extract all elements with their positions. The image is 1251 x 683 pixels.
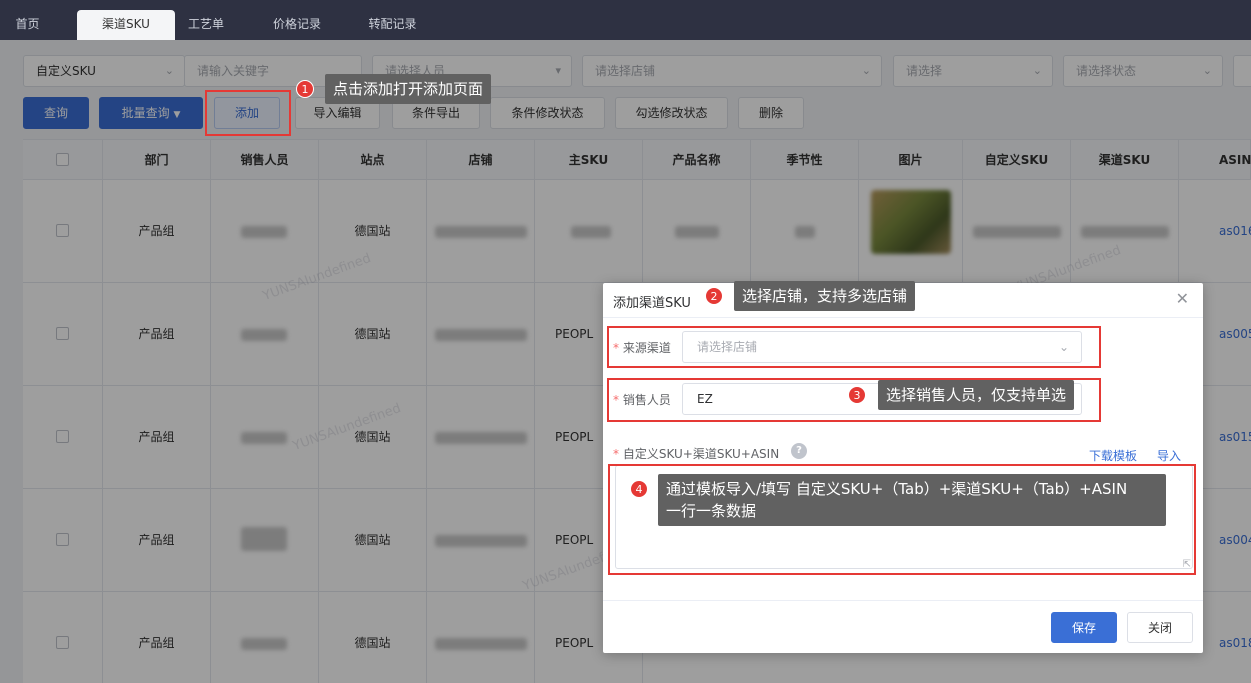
import-link[interactable]: 导入 — [1157, 447, 1181, 464]
tab-transfer-record[interactable]: 转配记录 — [355, 10, 430, 40]
top-tab-bar: 首页 渠道SKU 工艺单 价格记录 转配记录 — [0, 0, 1251, 40]
highlight-box-add — [205, 90, 291, 136]
annotation-badge-2: 2 — [705, 287, 723, 305]
annotation-badge-3: 3 — [848, 386, 866, 404]
divider — [603, 317, 1203, 318]
save-button[interactable]: 保存 — [1051, 612, 1117, 643]
tab-process-sheet[interactable]: 工艺单 — [175, 10, 237, 40]
annotation-callout-4-line1: 通过模板导入/填写 自定义SKU+（Tab）+渠道SKU+（Tab）+ASIN — [666, 480, 1128, 498]
highlight-box-source-channel — [607, 326, 1101, 368]
tab-price-record[interactable]: 价格记录 — [257, 10, 337, 40]
annotation-callout-4: 通过模板导入/填写 自定义SKU+（Tab）+渠道SKU+（Tab）+ASIN … — [658, 474, 1166, 526]
annotation-badge-1: 1 — [296, 80, 314, 98]
annotation-callout-4-line2: 一行一条数据 — [666, 502, 757, 520]
close-button[interactable]: 关闭 — [1127, 612, 1193, 643]
sku-asin-label: * 自定义SKU+渠道SKU+ASIN — [613, 447, 780, 461]
divider — [603, 600, 1203, 601]
annotation-callout-2: 选择店铺，支持多选店铺 — [734, 281, 916, 311]
download-template-link[interactable]: 下载模板 — [1089, 447, 1137, 464]
tab-channel-sku[interactable]: 渠道SKU — [77, 10, 175, 40]
annotation-callout-3: 选择销售人员，仅支持单选 — [878, 380, 1075, 410]
help-icon[interactable]: ? — [791, 443, 807, 459]
annotation-badge-4: 4 — [630, 480, 648, 498]
dialog-title: 添加渠道SKU — [613, 296, 691, 311]
close-icon[interactable]: ✕ — [1176, 289, 1189, 308]
annotation-callout-1: 点击添加打开添加页面 — [325, 74, 492, 104]
tab-home[interactable]: 首页 — [0, 10, 55, 40]
